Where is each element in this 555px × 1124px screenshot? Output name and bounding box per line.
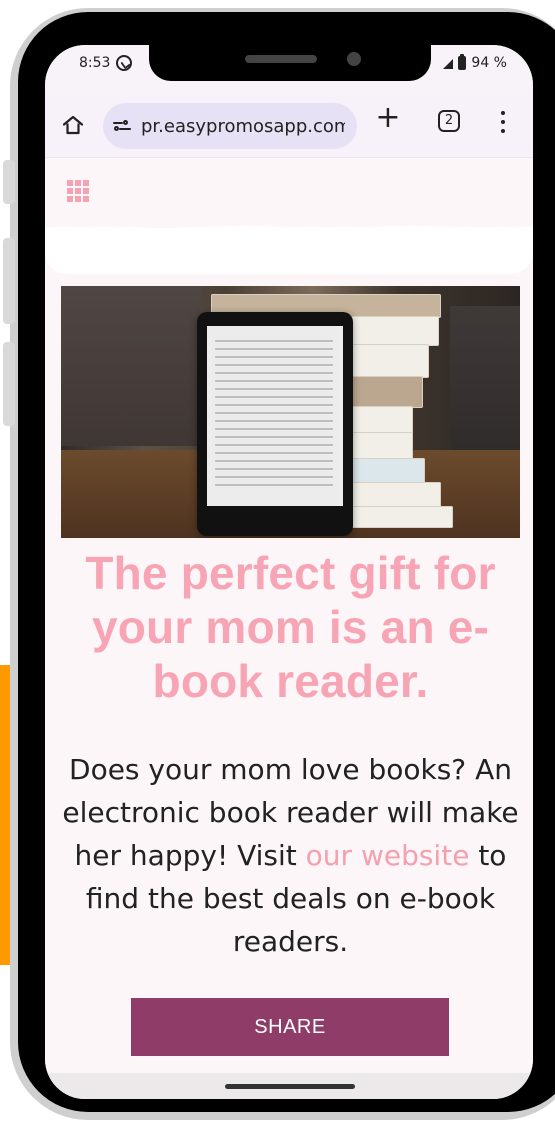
status-time: 8:53 [79,55,111,71]
web-page: The perfect gift for your mom is an e-bo… [45,158,533,1074]
status-right: 94 % [443,54,507,71]
browser-toolbar: pr.easypromosapp.com/ + 2 [45,95,533,158]
battery-icon [458,54,467,70]
phone-side-button [3,238,15,324]
hero-image [61,286,520,538]
page-body-text: Does your mom love books? An electronic … [61,748,520,963]
new-tab-button[interactable]: + [375,103,401,133]
speaker-icon [245,55,317,63]
gesture-navigation-area [45,1073,533,1099]
header-wave-shape [45,225,533,274]
screenshot-stage: 8:53 94 % pr.easypromosapp.com/ + 2 The … [0,0,555,1124]
camera-notch [149,45,431,81]
battery-percent: 94 % [471,55,507,71]
home-icon[interactable] [61,113,85,137]
status-bar: 8:53 94 % [45,45,533,95]
camera-icon [347,52,361,66]
tabs-button[interactable]: 2 [438,110,460,132]
phone-screen: 8:53 94 % pr.easypromosapp.com/ + 2 The … [45,45,533,1099]
page-headline: The perfect gift for your mom is an e-bo… [85,547,496,707]
e-book-reader-image [197,312,353,536]
address-bar[interactable]: pr.easypromosapp.com/ [103,103,357,149]
gesture-bar[interactable] [225,1084,355,1089]
share-button[interactable]: SHARE [131,998,449,1056]
url-text: pr.easypromosapp.com/ [141,115,345,137]
status-left: 8:53 [79,55,133,71]
signal-icon [443,59,454,69]
menu-icon[interactable] [499,111,507,133]
whatsapp-icon [116,55,133,71]
grid-menu-icon[interactable] [67,180,91,204]
phone-side-button [3,342,15,426]
site-settings-icon[interactable] [113,119,131,133]
phone-side-button [3,160,15,204]
website-link[interactable]: our website [306,839,470,872]
